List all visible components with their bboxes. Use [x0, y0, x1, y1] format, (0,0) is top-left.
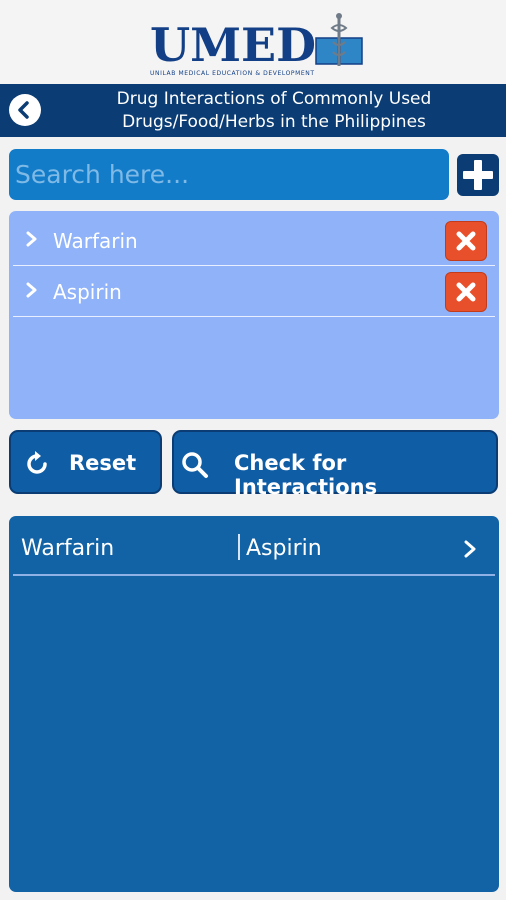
chevron-right-icon	[464, 540, 476, 558]
result-drug-a: Warfarin	[21, 536, 115, 561]
close-icon	[456, 231, 476, 251]
umed-logo: UMED UNILAB MEDICAL EDUCATION & DEVELOPM…	[150, 13, 370, 80]
chevron-left-icon	[18, 101, 29, 119]
check-interactions-button[interactable]: Check for Interactions	[172, 430, 498, 499]
search-icon	[182, 452, 208, 478]
back-button[interactable]	[9, 94, 41, 126]
app-header: UMED UNILAB MEDICAL EDUCATION & DEVELOPM…	[0, 0, 506, 85]
reset-button[interactable]: Reset	[9, 430, 162, 494]
check-interactions-label: Check for Interactions	[234, 451, 378, 499]
book-caduceus-icon	[315, 13, 363, 66]
interaction-results: Warfarin Aspirin	[9, 516, 499, 892]
page-title: Drug Interactions of Commonly Used Drugs…	[64, 88, 484, 134]
selected-drug-label: Warfarin	[53, 229, 138, 253]
result-drug-b: Aspirin	[246, 536, 322, 561]
reset-label: Reset	[69, 451, 137, 475]
selected-drug-item[interactable]: Warfarin	[13, 215, 495, 266]
refresh-icon	[27, 451, 47, 474]
selected-drugs-list: Warfarin Aspirin	[9, 211, 499, 419]
search-input[interactable]	[9, 149, 449, 200]
remove-drug-button[interactable]	[445, 221, 487, 261]
title-bar: Drug Interactions of Commonly Used Drugs…	[0, 84, 506, 137]
chevron-right-icon	[26, 282, 37, 298]
logo-text: UMED	[150, 18, 316, 72]
plus-icon	[463, 160, 493, 190]
selected-drug-label: Aspirin	[53, 280, 122, 304]
logo-subtitle: UNILAB MEDICAL EDUCATION & DEVELOPMENT	[150, 70, 315, 77]
chevron-right-icon	[26, 231, 37, 247]
page-title-line1: Drug Interactions of Commonly Used	[116, 89, 432, 109]
page-title-line2: Drugs/Food/Herbs in the Philippines	[122, 112, 426, 132]
column-divider	[238, 534, 240, 560]
remove-drug-button[interactable]	[445, 272, 487, 312]
close-icon	[456, 282, 476, 302]
selected-drug-item[interactable]: Aspirin	[13, 266, 495, 317]
interaction-result-row[interactable]: Warfarin Aspirin	[13, 524, 495, 576]
add-drug-button[interactable]	[457, 154, 499, 196]
